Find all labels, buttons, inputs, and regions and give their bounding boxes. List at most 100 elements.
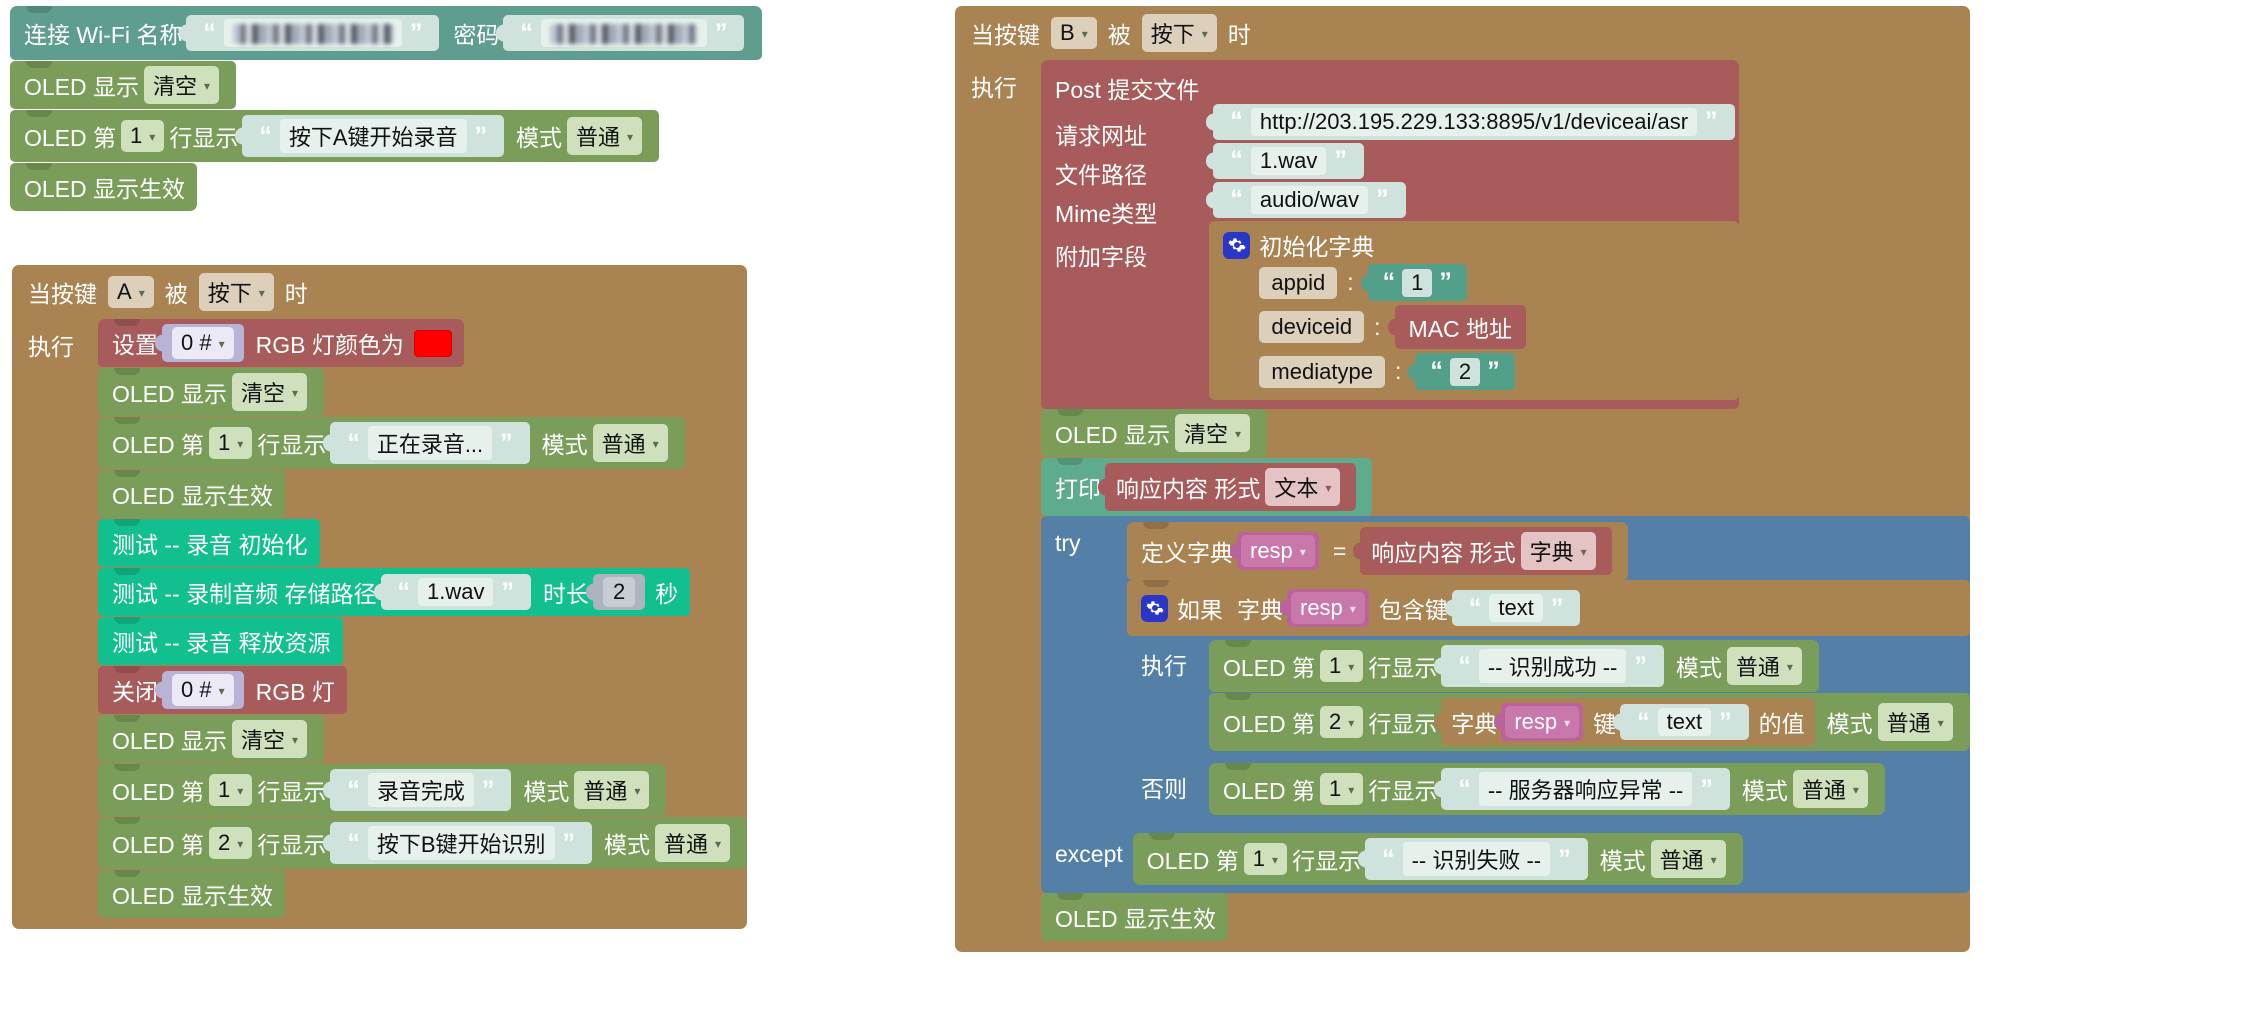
- oled-clear-block[interactable]: OLED 显示 清空 ▾: [10, 61, 237, 109]
- dict-variable-dropdown[interactable]: resp ▾: [1291, 592, 1365, 624]
- rgb-off-index-dropdown[interactable]: 0 # ▾: [172, 674, 234, 706]
- record-duration-input[interactable]: 2: [592, 574, 646, 610]
- oled-refresh-block[interactable]: OLED 显示生效: [10, 163, 198, 211]
- if-else-block[interactable]: 如果 字典 resp ▾ 包含键 “ text ” 执行 OLED 第 1 ▾ …: [1127, 580, 1970, 821]
- print-block[interactable]: 打印 响应内容 形式 文本 ▾: [1041, 458, 1373, 516]
- script-key-b[interactable]: 当按键 B ▾ 被 按下 ▾ 时 执行 Post 提交文件 请求网址 文件路径 …: [955, 6, 1970, 952]
- dict-entry-row[interactable]: deviceid : MAC 地址: [1223, 303, 1726, 351]
- rgb-color-swatch[interactable]: [413, 329, 452, 357]
- oled-line-number-dropdown[interactable]: 1 ▾: [209, 427, 253, 459]
- dict-variable-socket[interactable]: resp ▾: [1501, 703, 1584, 741]
- response-content-block[interactable]: 响应内容 形式 字典 ▾: [1360, 527, 1612, 575]
- oled-line-text-input[interactable]: “ 录音完成 ”: [330, 769, 512, 811]
- script-wifi-setup[interactable]: 连接 Wi-Fi 名称 “ ” 密码 “ ” OLED 显示 清空 ▾ OLED…: [10, 6, 763, 211]
- oled-refresh-block[interactable]: OLED 显示生效: [98, 470, 286, 518]
- dict-variable-dropdown[interactable]: resp ▾: [1241, 535, 1315, 567]
- oled-line-block[interactable]: OLED 第 2 ▾ 行显示 “ 按下B键开始识别 ” 模式 普通 ▾: [98, 817, 748, 869]
- gear-icon[interactable]: [1223, 231, 1251, 259]
- mac-address-block[interactable]: MAC 地址: [1394, 305, 1527, 349]
- oled-line-number-dropdown[interactable]: 1 ▾: [1243, 843, 1288, 875]
- blockly-workspace[interactable]: 连接 Wi-Fi 名称 “ ” 密码 “ ” OLED 显示 清空 ▾ OLED…: [0, 0, 2266, 1018]
- dict-entry-row[interactable]: appid : “ 1 ”: [1223, 262, 1726, 303]
- test-record-release-block[interactable]: 测试 -- 录音 释放资源: [98, 617, 343, 665]
- rgb-off-index-input[interactable]: 0 # ▾: [162, 671, 244, 709]
- dict-variable-socket[interactable]: resp ▾: [1237, 532, 1319, 570]
- oled-line-block[interactable]: OLED 第 1 ▾ 行显示 “ 录音完成 ” 模式 普通 ▾: [98, 764, 667, 816]
- oled-line-text-input[interactable]: “ 正在录音... ”: [330, 422, 530, 464]
- post-file-block[interactable]: Post 提交文件 请求网址 文件路径 Mime类型 附加字段 “ http:/…: [1041, 60, 1739, 409]
- oled-line-number-dropdown[interactable]: 2 ▾: [1320, 706, 1364, 738]
- oled-mode-dropdown[interactable]: 普通 ▾: [1792, 770, 1868, 808]
- oled-line-number-dropdown[interactable]: 1 ▾: [209, 774, 253, 806]
- key-b-body[interactable]: Post 提交文件 请求网址 文件路径 Mime类型 附加字段 “ http:/…: [1041, 60, 1970, 941]
- response-content-block[interactable]: 响应内容 形式 文本 ▾: [1105, 463, 1357, 511]
- oled-clear-dropdown[interactable]: 清空 ▾: [232, 720, 308, 758]
- wifi-password-input[interactable]: “ ”: [503, 15, 745, 51]
- key-b-action-dropdown[interactable]: 按下 ▾: [1141, 14, 1217, 52]
- oled-line-text-input[interactable]: “ 按下A键开始录音 ”: [242, 115, 504, 157]
- connect-wifi-block[interactable]: 连接 Wi-Fi 名称 “ ” 密码 “ ”: [10, 6, 763, 60]
- define-dictionary-block[interactable]: 定义字典 resp ▾ = 响应内容 形式 字典 ▾: [1127, 522, 1628, 580]
- oled-mode-dropdown[interactable]: 普通 ▾: [567, 117, 643, 155]
- oled-mode-dropdown[interactable]: 普通 ▾: [574, 771, 650, 809]
- rgb-index-input[interactable]: 0 # ▾: [162, 324, 244, 362]
- test-record-audio-block[interactable]: 测试 -- 录制音频 存储路径 “ 1.wav ” 时长 2 秒: [98, 568, 691, 616]
- oled-line-text-input[interactable]: “ -- 服务器响应异常 -- ”: [1441, 768, 1730, 810]
- oled-line-number-dropdown[interactable]: 1 ▾: [1320, 650, 1364, 682]
- wifi-ssid-input[interactable]: “ ”: [186, 15, 440, 51]
- script-key-a[interactable]: 当按键 A ▾ 被 按下 ▾ 时 执行 设置 0 # ▾ RGB 灯颜色为 OL…: [12, 265, 748, 929]
- except-body[interactable]: OLED 第 1 ▾ 行显示 “ -- 识别失败 -- ” 模式 普通 ▾: [1132, 829, 1743, 885]
- oled-line-block[interactable]: OLED 第 1 ▾ 行显示 “ -- 识别失败 -- ” 模式 普通 ▾: [1132, 833, 1743, 885]
- oled-clear-block[interactable]: OLED 显示 清空 ▾: [98, 715, 325, 763]
- oled-refresh-block[interactable]: OLED 显示生效: [98, 870, 286, 918]
- oled-line-block[interactable]: OLED 第 2 ▾ 行显示 字典 resp ▾ 键 “ text ” 的值 模…: [1209, 693, 1970, 751]
- key-a-action-dropdown[interactable]: 按下 ▾: [198, 273, 274, 311]
- post-mime-input[interactable]: “ audio/wav ”: [1213, 181, 1406, 218]
- oled-mode-dropdown[interactable]: 普通 ▾: [592, 424, 668, 462]
- if-then-body[interactable]: OLED 第 1 ▾ 行显示 “ -- 识别成功 -- ” 模式 普通 ▾ OL…: [1209, 636, 1970, 751]
- test-record-init-block[interactable]: 测试 -- 录音 初始化: [98, 519, 320, 567]
- oled-line-text-input[interactable]: “ -- 识别成功 -- ”: [1441, 645, 1664, 687]
- init-dictionary-block[interactable]: 初始化字典 appid : “ 1 ” deviceid: MAC 地址 me…: [1209, 221, 1739, 400]
- try-body[interactable]: 定义字典 resp ▾ = 响应内容 形式 字典 ▾ 如果 字典 resp ▾ …: [1127, 516, 1970, 821]
- dict-get-value-block[interactable]: 字典 resp ▾ 键 “ text ” 的值: [1441, 698, 1815, 746]
- dict-variable-dropdown[interactable]: resp ▾: [1505, 706, 1580, 738]
- oled-clear-dropdown[interactable]: 清空 ▾: [144, 66, 220, 104]
- if-else-body[interactable]: OLED 第 1 ▾ 行显示 “ -- 服务器响应异常 -- ” 模式 普通 ▾: [1209, 759, 1885, 815]
- oled-clear-block[interactable]: OLED 显示 清空 ▾: [98, 368, 325, 416]
- oled-line-block[interactable]: OLED 第 1 ▾ 行显示 “ 正在录音... ” 模式 普通 ▾: [98, 417, 685, 469]
- key-a-key-dropdown[interactable]: A ▾: [108, 276, 154, 308]
- rgb-set-block[interactable]: 设置 0 # ▾ RGB 灯颜色为: [98, 319, 464, 367]
- gear-icon[interactable]: [1141, 594, 1168, 622]
- key-b-hat[interactable]: 当按键 B ▾ 被 按下 ▾ 时: [955, 6, 1970, 60]
- oled-line-number-dropdown[interactable]: 1 ▾: [121, 120, 165, 152]
- oled-clear-dropdown[interactable]: 清空 ▾: [232, 373, 308, 411]
- oled-clear-dropdown[interactable]: 清空 ▾: [1175, 414, 1251, 452]
- oled-line-number-dropdown[interactable]: 1 ▾: [1320, 773, 1364, 805]
- dict-variable-socket[interactable]: resp ▾: [1287, 589, 1369, 627]
- try-except-block[interactable]: try 定义字典 resp ▾ = 响应内容 形式 字典 ▾ 如果 字典 res…: [1041, 516, 1970, 893]
- oled-mode-dropdown[interactable]: 普通 ▾: [655, 824, 731, 862]
- oled-mode-dropdown[interactable]: 普通 ▾: [1877, 703, 1953, 741]
- rgb-index-dropdown[interactable]: 0 # ▾: [172, 327, 234, 359]
- key-b-key-dropdown[interactable]: B ▾: [1051, 17, 1097, 49]
- oled-line-block[interactable]: OLED 第 1 ▾ 行显示 “: [1209, 640, 1819, 692]
- response-format-dropdown[interactable]: 字典 ▾: [1520, 532, 1596, 570]
- oled-mode-dropdown[interactable]: 普通 ▾: [1726, 647, 1802, 685]
- dict-key-input[interactable]: “ text ”: [1620, 704, 1749, 740]
- oled-line-text-input[interactable]: “ -- 识别失败 -- ”: [1365, 838, 1588, 880]
- oled-mode-dropdown[interactable]: 普通 ▾: [1650, 840, 1726, 878]
- post-url-input[interactable]: “ http://203.195.229.133:8895/v1/devicea…: [1213, 103, 1735, 140]
- dict-entry-row[interactable]: mediatype : “ 2 ”: [1223, 351, 1726, 392]
- oled-line-text-input[interactable]: “ 按下B键开始识别 ”: [330, 822, 592, 864]
- dict-value-appid-input[interactable]: “ 1 ”: [1367, 264, 1467, 301]
- contains-key-input[interactable]: “ text ”: [1451, 590, 1581, 626]
- rgb-off-block[interactable]: 关闭 0 # ▾ RGB 灯: [98, 666, 347, 714]
- oled-clear-block[interactable]: OLED 显示 清空 ▾: [1041, 409, 1268, 457]
- key-a-hat[interactable]: 当按键 A ▾ 被 按下 ▾ 时: [12, 265, 747, 319]
- oled-line-block[interactable]: OLED 第 1 ▾ 行显示 “: [1209, 763, 1885, 815]
- key-a-body[interactable]: 设置 0 # ▾ RGB 灯颜色为 OLED 显示 清空 ▾ OLED 第 1 …: [98, 319, 748, 918]
- response-format-dropdown[interactable]: 文本 ▾: [1265, 468, 1341, 506]
- post-file-input[interactable]: “ 1.wav ”: [1213, 142, 1364, 179]
- dict-contains-key-block[interactable]: 字典 resp ▾ 包含键 “ text ”: [1227, 585, 1595, 631]
